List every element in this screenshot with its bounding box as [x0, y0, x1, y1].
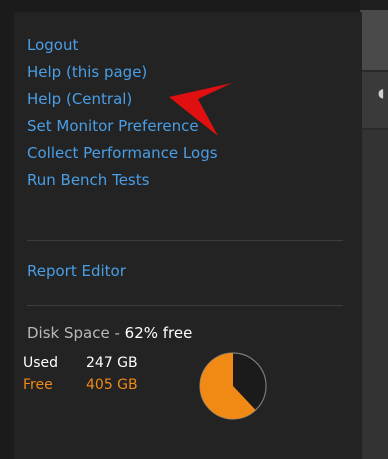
used-row: Used 247 GB: [23, 352, 138, 374]
used-label: Used: [23, 355, 59, 371]
background-panel: [360, 70, 388, 130]
menu-divider: [27, 305, 343, 306]
used-value: 247 GB: [86, 355, 138, 371]
collect-performance-logs-link[interactable]: Collect Performance Logs: [27, 140, 218, 167]
free-value: 405 GB: [86, 377, 138, 393]
background-window: ◖: [360, 0, 388, 459]
free-row: Free 405 GB: [23, 374, 138, 396]
run-bench-tests-link[interactable]: Run Bench Tests: [27, 167, 218, 194]
free-label: Free: [23, 377, 53, 393]
menu-divider: [27, 240, 343, 241]
background-icon: ◖: [378, 86, 385, 100]
disk-percent-free: 62% free: [124, 324, 193, 342]
disk-space-heading: Disk Space - 62% free: [27, 324, 192, 342]
report-editor-link[interactable]: Report Editor: [27, 258, 126, 285]
background-topbar: [360, 0, 388, 10]
background-band: [360, 130, 388, 459]
disk-space-label: Disk Space -: [27, 324, 125, 342]
disk-usage-stats: Used 247 GB Free 405 GB: [23, 352, 138, 396]
disk-usage-pie: [199, 352, 267, 420]
logout-link[interactable]: Logout: [27, 32, 218, 59]
red-arrow-icon: [169, 83, 232, 136]
